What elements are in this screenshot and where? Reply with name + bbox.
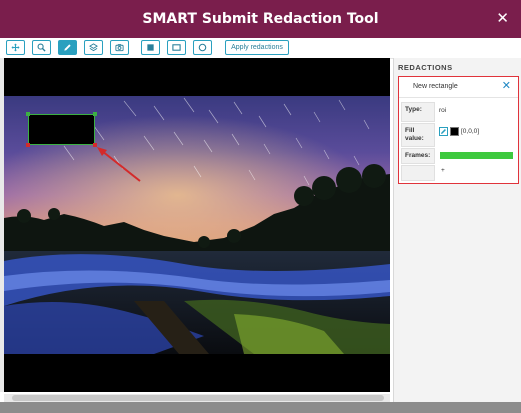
move-arrows-icon bbox=[11, 43, 20, 52]
redaction-item-header[interactable]: New rectangle ✕ bbox=[399, 77, 518, 98]
outline-rectangle-icon bbox=[172, 44, 181, 51]
apply-redactions-button[interactable]: Apply redactions bbox=[225, 40, 289, 55]
layers-tool-button[interactable] bbox=[84, 40, 103, 55]
snapshot-tool-button[interactable] bbox=[110, 40, 129, 55]
frames-label: Frames: bbox=[401, 148, 435, 164]
window-title: SMART Submit Redaction Tool bbox=[142, 11, 379, 27]
resize-handle[interactable] bbox=[93, 143, 97, 147]
layers-icon bbox=[89, 43, 98, 52]
horizontal-scrollbar[interactable] bbox=[4, 394, 390, 402]
close-icon[interactable]: ✕ bbox=[496, 11, 509, 26]
pencil-icon bbox=[441, 129, 446, 134]
redaction-modal: SMART Submit Redaction Tool ✕ Apply reda… bbox=[0, 0, 521, 402]
scrollbar-thumb[interactable] bbox=[12, 395, 384, 401]
title-bar: SMART Submit Redaction Tool ✕ bbox=[0, 0, 521, 38]
redaction-rectangle[interactable] bbox=[28, 114, 95, 145]
fill-label-line1: Fill bbox=[405, 127, 415, 134]
resize-handle[interactable] bbox=[26, 143, 30, 147]
background-strip bbox=[0, 402, 521, 413]
frames-bar[interactable] bbox=[440, 152, 513, 159]
fill-value-label: Fill value: bbox=[401, 123, 435, 147]
redactions-panel: REDACTIONS New rectangle ✕ Type: roi Fil… bbox=[393, 58, 521, 402]
delete-redaction-icon[interactable]: ✕ bbox=[502, 80, 511, 91]
fill-color-swatch[interactable] bbox=[450, 127, 459, 136]
camera-icon bbox=[115, 44, 124, 52]
filled-square-icon bbox=[147, 44, 154, 51]
image-canvas[interactable] bbox=[4, 58, 390, 392]
zoom-tool-button[interactable] bbox=[32, 40, 51, 55]
move-tool-button[interactable] bbox=[6, 40, 25, 55]
circle-icon bbox=[198, 43, 207, 52]
resize-handle[interactable] bbox=[93, 112, 97, 116]
pencil-icon bbox=[64, 44, 71, 51]
fill-value: [0,0,0] bbox=[461, 128, 480, 135]
toolbar: Apply redactions bbox=[0, 38, 521, 59]
redactions-title: REDACTIONS bbox=[398, 63, 453, 72]
pencil-tool-button[interactable] bbox=[58, 40, 77, 55]
type-label: Type: bbox=[401, 102, 435, 122]
redaction-item-card: New rectangle ✕ Type: roi Fill value: [0… bbox=[398, 76, 519, 184]
fill-label-line2: value: bbox=[405, 135, 424, 142]
magnifier-icon bbox=[37, 43, 46, 52]
empty-label-cell bbox=[401, 165, 435, 181]
add-frame-mark[interactable]: + bbox=[441, 167, 445, 174]
edit-fill-button[interactable] bbox=[439, 127, 448, 136]
resize-handle[interactable] bbox=[26, 112, 30, 116]
redaction-item-name: New rectangle bbox=[413, 83, 458, 90]
rect-tool-button[interactable] bbox=[167, 40, 186, 55]
type-value: roi bbox=[439, 107, 447, 114]
ellipse-tool-button[interactable] bbox=[193, 40, 212, 55]
filled-rect-tool-button[interactable] bbox=[141, 40, 160, 55]
